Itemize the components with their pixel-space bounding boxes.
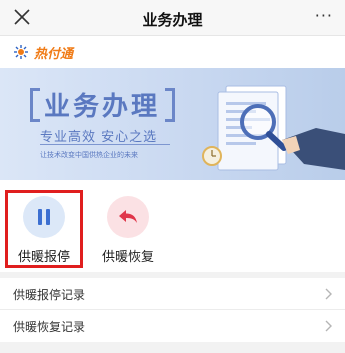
page-title: 业务办理 (142, 11, 203, 29)
chevron-right-icon (325, 320, 332, 332)
undo-arrow-icon (119, 210, 137, 223)
banner-tagline: 让技术改变中国供热企业的未来 (40, 151, 138, 159)
brand-bar: 热付通 (0, 36, 345, 68)
banner-bracket-left (30, 88, 40, 122)
banner-divider (40, 144, 170, 145)
list-item-pause-records[interactable]: 供暖报停记录 (0, 278, 345, 310)
sun-star-icon (14, 45, 28, 59)
list-item-label: 供暖恢复记录 (13, 320, 86, 334)
record-list: 供暖报停记录 供暖恢复记录 (0, 278, 345, 342)
list-item-resume-records[interactable]: 供暖恢复记录 (0, 310, 345, 342)
banner: 业务办理 专业高效 安心之选 让技术改变中国供热企业的未来 (0, 68, 345, 180)
heating-resume-button[interactable]: 供暖恢复 (84, 180, 174, 272)
more-menu-button[interactable]: ··· (315, 6, 333, 25)
brand-logo-text: 热付通 (34, 47, 74, 62)
list-item-label: 供暖报停记录 (13, 288, 86, 302)
banner-bracket-right (165, 88, 175, 122)
banner-subtitle: 专业高效 安心之选 (40, 130, 158, 145)
banner-title: 业务办理 (44, 92, 161, 122)
heating-resume-label: 供暖恢复 (101, 250, 154, 265)
chevron-right-icon (325, 288, 332, 300)
top-bar: 业务办理 ··· (0, 0, 345, 36)
selection-highlight (5, 190, 83, 268)
undo-icon-circle (107, 196, 149, 238)
document-magnifier-illustration (202, 85, 345, 171)
